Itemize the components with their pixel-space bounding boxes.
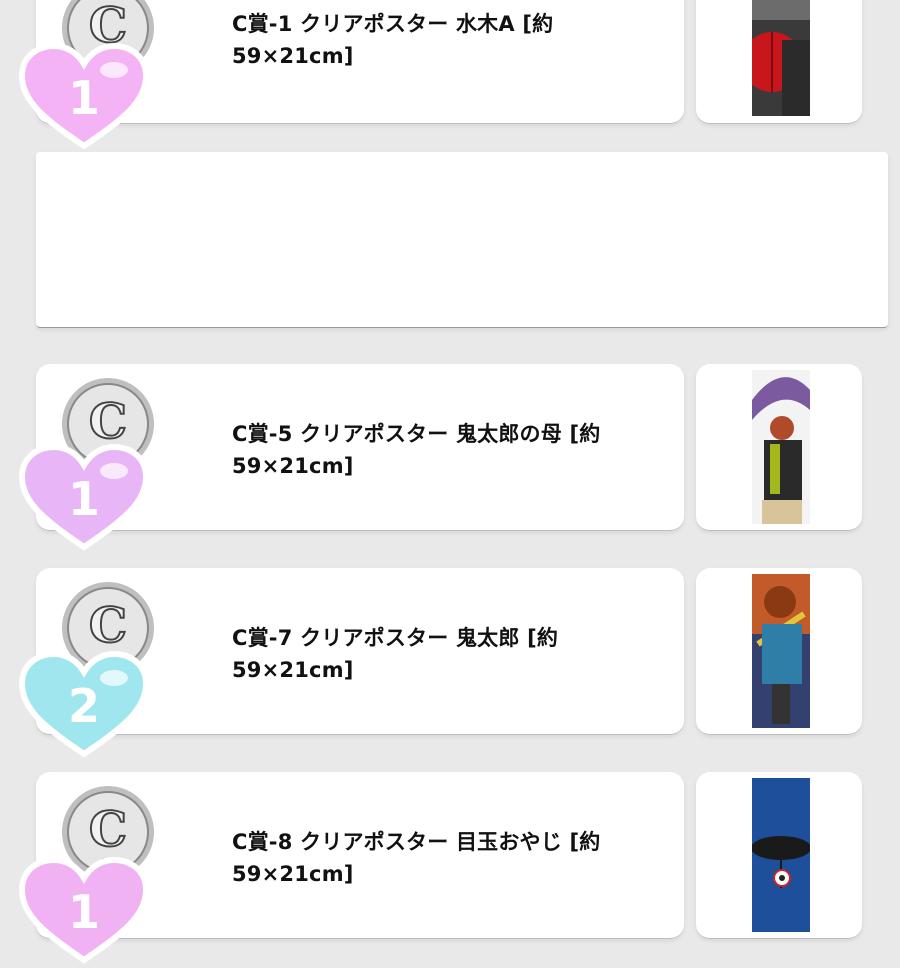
poster-image bbox=[752, 574, 810, 728]
heart-number: 1 bbox=[68, 472, 100, 526]
prize-title: C賞-7 クリアポスター 鬼太郎 [約 59×21cm] bbox=[232, 626, 559, 682]
heart-count-icon: 1 bbox=[18, 443, 150, 551]
prize-title: C賞-5 クリアポスター 鬼太郎の母 [約 59×21cm] bbox=[232, 422, 601, 478]
badge-letter: C bbox=[89, 802, 127, 858]
heart-count-icon: 2 bbox=[18, 650, 150, 758]
poster-thumbnail-c7[interactable] bbox=[696, 568, 862, 735]
poster-image bbox=[752, 370, 810, 524]
empty-card bbox=[36, 152, 888, 328]
prize-title: C賞-8 クリアポスター 目玉おやじ [約 59×21cm] bbox=[232, 830, 601, 886]
heart-count-icon: 1 bbox=[18, 856, 150, 964]
heart-number: 1 bbox=[68, 885, 100, 939]
heart-number: 1 bbox=[68, 71, 100, 125]
poster-thumbnail-c1[interactable] bbox=[696, 0, 862, 124]
poster-image bbox=[752, 778, 810, 932]
badge-letter: C bbox=[89, 598, 127, 654]
badge-letter: C bbox=[89, 394, 127, 450]
poster-thumbnail-c8[interactable] bbox=[696, 772, 862, 939]
poster-thumbnail-c5[interactable] bbox=[696, 364, 862, 531]
heart-count-icon: 1 bbox=[18, 42, 150, 150]
heart-number: 2 bbox=[68, 679, 100, 733]
prize-title: C賞-1 クリアポスター 水木A [約 59×21cm] bbox=[232, 12, 554, 68]
poster-image bbox=[752, 0, 810, 116]
